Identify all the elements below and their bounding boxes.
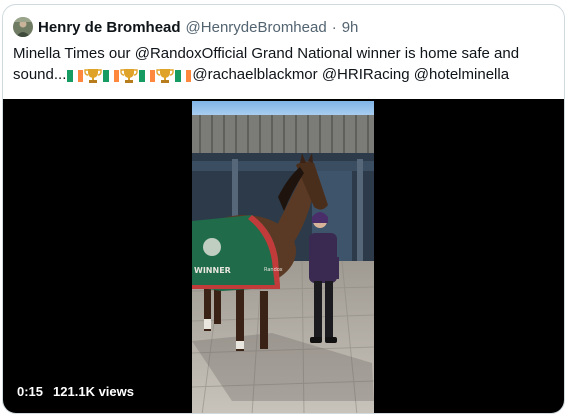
- tweet-text: Minella Times our @RandoxOfficial Grand …: [13, 43, 558, 85]
- rug-text: Randox: [264, 267, 283, 273]
- header-separator: ·: [331, 18, 337, 36]
- ireland-flag-icon: [67, 70, 84, 82]
- author-avatar[interactable]: [13, 17, 33, 37]
- tweet-card[interactable]: Henry de Bromhead @HenrydeBromhead · 9h …: [2, 4, 565, 414]
- video-player[interactable]: WINNER Randox 0:15 121.1K views: [3, 99, 564, 413]
- trophy-icon: [84, 69, 103, 83]
- ireland-flag-icon: [103, 70, 120, 82]
- author-name[interactable]: Henry de Bromhead: [38, 19, 181, 36]
- svg-text:WINNER: WINNER: [194, 266, 231, 275]
- video-duration: 0:15: [17, 384, 44, 399]
- mention-rachael[interactable]: @rachaelblackmor: [192, 66, 317, 83]
- ireland-flag-icon: [139, 70, 156, 82]
- mention-randox[interactable]: @RandoxOfficial: [135, 45, 248, 62]
- tweet-header: Henry de Bromhead @HenrydeBromhead · 9h: [13, 17, 358, 37]
- ireland-flag-icon: [175, 70, 192, 82]
- text-prefix: Minella Times our: [13, 45, 135, 62]
- mention-hotel[interactable]: @hotelminella: [414, 66, 509, 83]
- video-frame[interactable]: WINNER Randox: [192, 101, 374, 413]
- author-handle[interactable]: @HenrydeBromhead: [186, 19, 327, 36]
- trophy-icon: [120, 69, 139, 83]
- video-overlay: 0:15 121.1K views: [17, 384, 134, 399]
- emoji-sequence: [67, 68, 192, 84]
- video-views: 121.1K views: [53, 384, 134, 399]
- tweet-timestamp[interactable]: 9h: [342, 19, 359, 36]
- mention-hri[interactable]: @HRIRacing: [322, 66, 410, 83]
- trophy-icon: [156, 69, 175, 83]
